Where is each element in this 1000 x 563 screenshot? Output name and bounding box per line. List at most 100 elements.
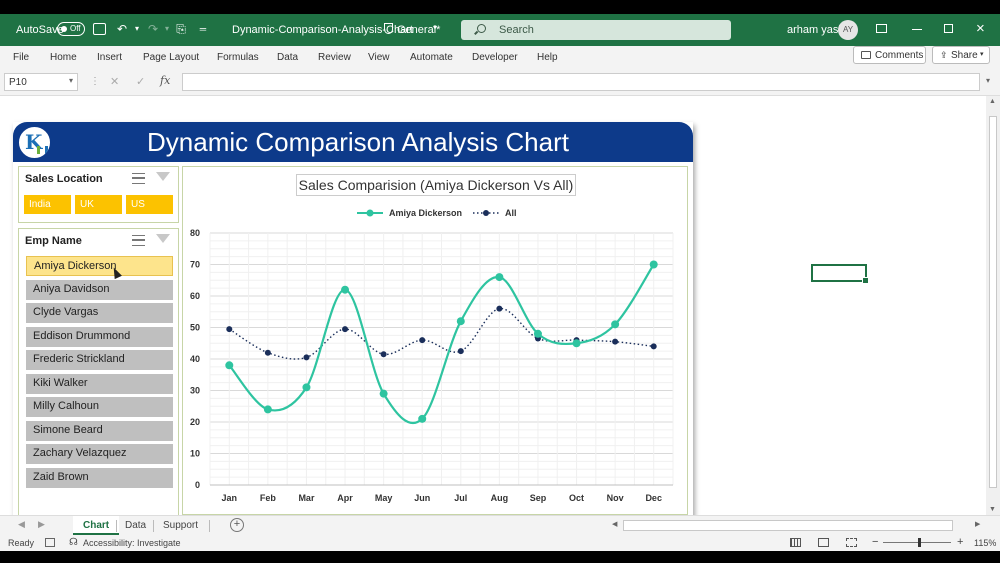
menu-file[interactable]: File [13, 52, 29, 63]
zoom-in-icon[interactable]: + [957, 536, 963, 548]
insert-function-icon[interactable]: fx [160, 74, 170, 87]
chart-area[interactable]: Sales Comparision (Amiya Dickerson Vs Al… [182, 166, 688, 515]
x-tick-label: May [375, 493, 393, 503]
point-amiya-dickerson-jul [456, 317, 465, 326]
zoom-slider[interactable] [883, 542, 951, 543]
menu-formulas[interactable]: Formulas [217, 52, 259, 63]
redo-icon[interactable]: ↷ [146, 22, 160, 36]
share-button[interactable]: ⇪ Share ▾ [932, 46, 990, 64]
menu-automate[interactable]: Automate [410, 52, 453, 63]
chevron-down-icon[interactable]: ▾ [130, 22, 144, 36]
slicer-item-eddison-drummond[interactable]: Eddison Drummond [26, 326, 173, 347]
slicer-item-uk[interactable]: UK [75, 195, 122, 214]
accessibility-icon[interactable]: ☊ [69, 537, 78, 548]
formula-bar: P10 ▾ ⋮ ✕ ✓ fx ▾ [0, 68, 1000, 96]
quick-access-share-icon[interactable]: ⎘ [174, 22, 188, 36]
multiselect-icon[interactable] [132, 235, 145, 246]
legend-marker-amiya-dickerson [366, 209, 374, 217]
slicer-title: Sales Location [25, 173, 103, 185]
comments-button[interactable]: Comments [853, 46, 926, 64]
macro-recording-icon[interactable] [45, 538, 55, 547]
menu-developer[interactable]: Developer [472, 52, 518, 63]
minimize-icon[interactable] [912, 29, 922, 30]
maximize-icon[interactable] [944, 24, 953, 33]
tab-data[interactable]: Data [115, 516, 156, 535]
scroll-down-icon[interactable]: ▼ [989, 506, 996, 513]
ribbon-display-icon[interactable] [876, 24, 887, 33]
close-icon[interactable]: × [976, 20, 985, 37]
tab-divider [209, 520, 210, 532]
undo-icon[interactable]: ↶ [115, 22, 129, 36]
legend-label-all: All [505, 208, 517, 218]
zoom-slider-thumb[interactable] [918, 538, 921, 547]
menu-insert[interactable]: Insert [97, 52, 122, 63]
x-tick-label: Jun [414, 493, 430, 503]
page-layout-view-icon[interactable] [818, 538, 829, 547]
avatar[interactable]: AY [838, 20, 858, 40]
point-amiya-dickerson-feb [263, 405, 272, 414]
user-name[interactable]: arham yasir [787, 24, 844, 36]
save-icon[interactable] [93, 23, 106, 35]
menu-home[interactable]: Home [50, 52, 77, 63]
chevron-down-icon[interactable]: ▾ [69, 76, 73, 85]
tab-support[interactable]: Support [153, 516, 208, 535]
slicer-item-us[interactable]: US [126, 195, 173, 214]
chevron-down-icon[interactable]: ▾ [433, 23, 437, 32]
chevron-down-icon[interactable]: ▾ [980, 50, 984, 58]
point-amiya-dickerson-sep [533, 329, 542, 338]
clear-filter-icon[interactable] [156, 172, 170, 181]
slicer-item-india[interactable]: India [24, 195, 71, 214]
vertical-scrollbar[interactable]: ▲ ▼ [986, 96, 1000, 515]
slicer-item-zaid-brown[interactable]: Zaid Brown [26, 467, 173, 488]
title-bar: AutoSave Off ↶ ▾ ↷ ▾ ⎘ ═ Dynamic-Compari… [0, 14, 1000, 46]
add-sheet-icon[interactable]: + [230, 518, 244, 532]
scroll-up-icon[interactable]: ▲ [989, 98, 996, 105]
slicer-item-simone-beard[interactable]: Simone Beard [26, 420, 173, 441]
menu-view[interactable]: View [368, 52, 390, 63]
excel-window: AutoSave Off ↶ ▾ ↷ ▾ ⎘ ═ Dynamic-Compari… [0, 14, 1000, 551]
enter-icon[interactable]: ✓ [136, 75, 145, 88]
search-box[interactable]: Search [461, 20, 731, 40]
slicer-item-milly-calhoun[interactable]: Milly Calhoun [26, 397, 173, 417]
active-cell[interactable] [811, 264, 869, 284]
horizontal-scrollbar[interactable] [623, 520, 953, 531]
slicer-item-zachary-velazquez[interactable]: Zachary Velazquez [26, 444, 173, 464]
scroll-right-icon[interactable]: ▶ [975, 520, 980, 528]
customize-toolbar-icon[interactable]: ═ [196, 22, 210, 36]
scroll-thumb[interactable] [989, 116, 997, 488]
menu-review[interactable]: Review [318, 52, 351, 63]
slicer-item-amiya-dickerson[interactable]: Amiya Dickerson [26, 256, 173, 276]
zoom-out-icon[interactable]: − [872, 536, 878, 548]
chevron-down-icon[interactable]: ▾ [160, 22, 174, 36]
normal-view-icon[interactable] [790, 538, 801, 547]
autosave-toggle[interactable]: Off [57, 22, 85, 36]
zoom-level[interactable]: 115% [974, 538, 996, 548]
slicer-item-kiki-walker[interactable]: Kiki Walker [26, 373, 173, 394]
tab-chart[interactable]: Chart [73, 516, 120, 535]
point-amiya-dickerson-jan [225, 361, 234, 370]
clear-filter-icon[interactable] [156, 234, 170, 243]
x-tick-label: Jul [454, 493, 467, 503]
name-box[interactable]: P10 ▾ [4, 73, 78, 91]
point-all-jun [419, 337, 426, 344]
multiselect-icon[interactable] [132, 173, 145, 184]
cancel-icon[interactable]: ✕ [110, 75, 119, 88]
slicer-item-aniya-davidson[interactable]: Aniya Davidson [26, 279, 173, 300]
y-tick-label: 70 [190, 260, 200, 270]
tab-next-icon[interactable]: ▶ [38, 519, 45, 530]
legend-marker-all [483, 210, 489, 216]
point-all-feb [264, 349, 271, 356]
slicer-title: Emp Name [25, 235, 82, 247]
menu-data[interactable]: Data [277, 52, 298, 63]
comment-icon [861, 51, 871, 59]
menu-help[interactable]: Help [537, 52, 558, 63]
menu-page-layout[interactable]: Page Layout [143, 52, 199, 63]
expand-formula-bar-icon[interactable]: ▾ [986, 76, 990, 85]
slicer-item-clyde-vargas[interactable]: Clyde Vargas [26, 303, 173, 323]
scroll-left-icon[interactable]: ◀ [612, 520, 617, 528]
formula-input[interactable] [182, 73, 980, 91]
accessibility-status[interactable]: Accessibility: Investigate [83, 538, 181, 548]
tab-prev-icon[interactable]: ◀ [18, 519, 25, 530]
page-break-view-icon[interactable] [846, 538, 857, 547]
slicer-item-frederic-strickland[interactable]: Frederic Strickland [26, 350, 173, 370]
